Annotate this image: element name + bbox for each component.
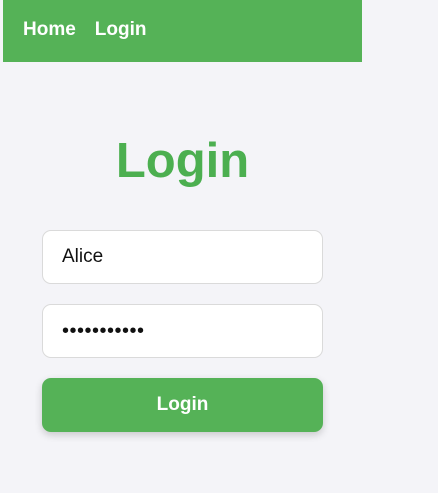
login-button[interactable]: Login <box>42 378 323 432</box>
nav-link-home[interactable]: Home <box>23 20 76 39</box>
password-input[interactable] <box>42 304 323 358</box>
page-title: Login <box>115 134 250 188</box>
nav-link-login[interactable]: Login <box>95 20 147 39</box>
top-navbar: Home Login <box>3 0 362 62</box>
username-input[interactable] <box>42 230 323 284</box>
